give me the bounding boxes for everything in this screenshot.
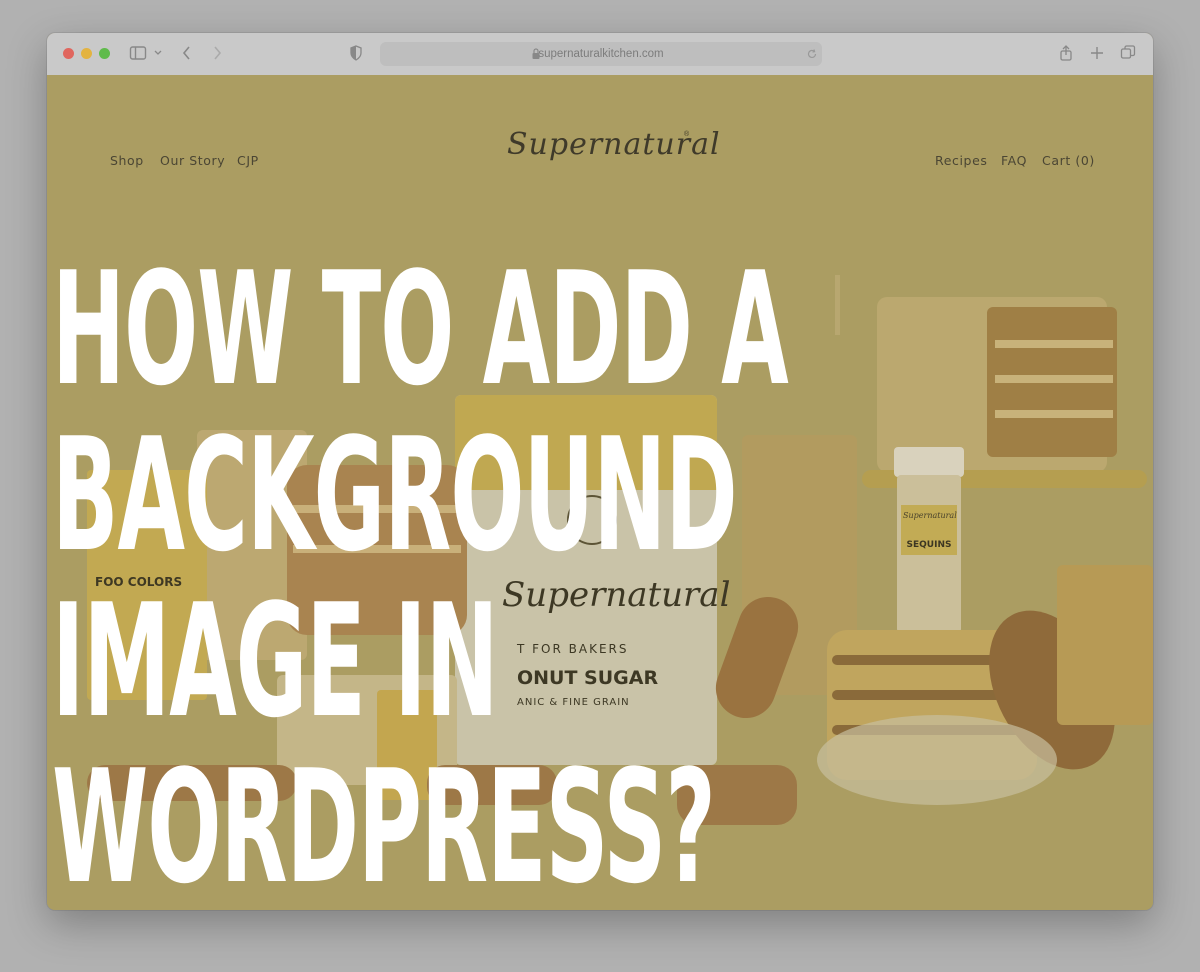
nav-faq-link[interactable]: FAQ (1001, 153, 1027, 168)
zoom-window-button[interactable] (99, 48, 110, 59)
nav-our-story-link[interactable]: Our Story (160, 153, 225, 168)
nav-shop-link[interactable]: Shop (110, 153, 144, 168)
nav-cart-link[interactable]: Cart (0) (1042, 153, 1095, 168)
forward-arrow-icon[interactable] (210, 44, 224, 62)
privacy-shield-icon[interactable] (349, 44, 363, 62)
chevron-down-icon[interactable] (153, 44, 163, 62)
minimize-window-button[interactable] (81, 48, 92, 59)
article-headline: HOW TO ADD A BACKGROUND IMAGE IN WORDPRE… (52, 246, 952, 910)
site-logo[interactable]: Supernatural (507, 127, 720, 162)
headline-line-3: IMAGE IN (52, 570, 499, 752)
nav-cjp-link[interactable]: CJP (237, 153, 259, 168)
reload-icon[interactable] (806, 45, 818, 63)
back-arrow-icon[interactable] (180, 44, 194, 62)
close-window-button[interactable] (63, 48, 74, 59)
screenshot-stage: supernaturalkitchen.com Supernatural SEQ… (0, 0, 1200, 972)
address-bar[interactable]: supernaturalkitchen.com (380, 42, 822, 66)
sidebar-toggle-icon[interactable] (129, 44, 147, 62)
headline-line-4: WORDPRESS? (52, 736, 716, 918)
headline-line-1: HOW TO ADD A (52, 238, 789, 420)
nav-recipes-link[interactable]: Recipes (935, 153, 988, 168)
share-icon[interactable] (1058, 44, 1074, 62)
registered-mark-icon: ® (684, 131, 690, 138)
tab-overview-icon[interactable] (1120, 44, 1136, 62)
headline-line-2: BACKGROUND (52, 404, 738, 586)
url-text: supernaturalkitchen.com (538, 48, 664, 60)
browser-toolbar: supernaturalkitchen.com (47, 33, 1153, 76)
new-tab-plus-icon[interactable] (1090, 44, 1104, 62)
